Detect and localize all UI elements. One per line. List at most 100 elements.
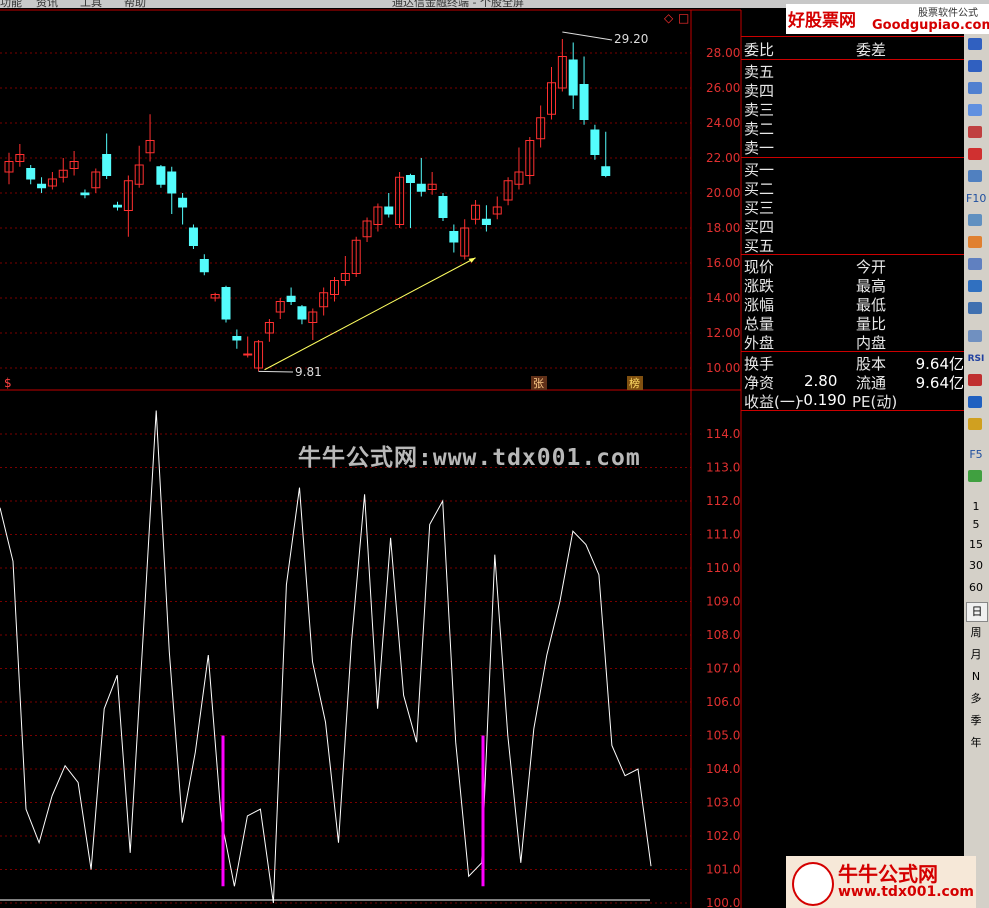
indicator-tick-label: 108.0 [706,628,740,642]
candle-body [26,168,36,180]
indicator-tick-label: 109.0 [706,595,740,609]
period-5[interactable]: 5 [966,516,986,534]
weibi-label: 委比 [744,41,775,59]
maximize-icon[interactable]: □ [678,11,689,25]
volume-ratio-label: 量比 [856,315,887,333]
period-quarter[interactable]: 季 [966,712,986,730]
period-multi[interactable]: 多 [966,690,986,708]
buy-5-label: 买五 [744,237,775,255]
price-tick-label: 20.00 [706,186,740,200]
high-price-label: 29.20 [614,32,648,46]
net-asset-value: 2.80 [804,372,838,390]
trend-arrow-head [468,257,476,263]
eps-label: 收益(一) [744,393,801,411]
diamond-icon[interactable]: ◇ [664,11,674,25]
period-year[interactable]: 年 [966,734,986,752]
candle-body [405,175,415,183]
period-15[interactable]: 15 [966,536,986,554]
down-arrow-icon[interactable] [968,60,982,72]
up-arrow-icon[interactable] [968,38,982,50]
indicator-tick-label: 113.0 [706,461,740,475]
period-30[interactable]: 30 [966,557,986,575]
limit-up-marker[interactable]: 张 [533,377,544,390]
candle-body [579,84,589,120]
candle-body [221,287,231,320]
sell-3-label: 卖三 [744,101,775,119]
candle-body [449,231,459,243]
line-chart-icon[interactable] [968,126,982,138]
f5-button[interactable]: F5 [966,446,986,464]
candle-body [481,218,491,225]
sell-4-label: 卖四 [744,82,775,100]
logo-brand: 好股票网 [788,11,856,31]
period-week[interactable]: 周 [966,624,986,642]
grid-icon[interactable] [968,170,982,182]
high-pointer [562,31,613,41]
price-tick-label: 16.00 [706,256,740,270]
indicator-tick-label: 103.0 [706,796,740,810]
candle-body [188,227,198,246]
candle-chart-icon[interactable] [968,148,982,160]
right-toolbar: F10 RSI F5 1 5 15 30 60 日 周 月 N 多 季 年 [964,34,989,908]
candle-body [232,336,242,341]
table-icon[interactable] [968,104,982,116]
fiz-icon[interactable] [968,258,982,270]
low-price-label: 9.81 [295,365,322,379]
indicator-tick-label: 105.0 [706,729,740,743]
ranking-marker[interactable]: 榜 [629,376,640,390]
period-1[interactable]: 1 [966,498,986,516]
trend-arrow [264,257,476,371]
buy-1-label: 买一 [744,161,775,179]
open-label: 今开 [856,258,887,276]
pe-label: PE(动) [852,393,898,411]
candle-body [297,306,307,320]
pencil-icon[interactable] [968,418,982,430]
badge-url: www.tdx001.com [838,884,975,900]
badge-name: 牛牛公式网 [838,862,938,886]
price-tick-label: 14.00 [706,291,740,305]
indicator-tick-label: 101.0 [706,863,740,877]
indicator-tick-label: 107.0 [706,662,740,676]
price-tick-label: 10.00 [706,361,740,375]
candle-body [384,206,394,215]
period-60[interactable]: 60 [966,579,986,597]
rsi-button[interactable]: RSI [966,350,986,368]
outer-label: 外盘 [744,334,775,352]
self-select-icon[interactable] [968,236,982,248]
formula-icon[interactable] [968,280,982,292]
float-value: 9.64亿 [915,374,964,392]
doc-icon[interactable] [968,214,982,226]
high-label: 最高 [856,277,887,295]
candle-body [102,154,112,176]
cycle-icon[interactable] [968,470,982,482]
period-n[interactable]: N [966,668,986,686]
watermark: 牛牛公式网:www.tdx001.com [298,445,641,471]
net-asset-label: 净资 [744,374,775,392]
candle-body [243,353,253,356]
indicator-tick-label: 111.0 [706,528,740,542]
period-month[interactable]: 月 [966,646,986,664]
period-day[interactable]: 日 [966,602,988,622]
price-label: 现价 [744,258,775,276]
price-tick-label: 12.00 [706,326,740,340]
cow-logo-icon [792,862,834,906]
volume-label: 总量 [744,315,775,333]
candle-body [601,166,611,176]
f10-button[interactable]: F10 [966,190,986,208]
list-icon[interactable] [968,82,982,94]
candle-body [178,197,188,208]
move-icon[interactable] [968,396,982,408]
refresh-icon[interactable] [968,302,982,314]
indicator-line [0,410,652,904]
turnover-label: 换手 [744,355,775,373]
candle-body [590,129,600,155]
inner-label: 内盘 [856,334,887,352]
dollar-marker[interactable]: $ [4,376,12,390]
wave-icon[interactable] [968,330,982,342]
buy-4-label: 买四 [744,218,775,236]
buy-2-label: 买二 [744,180,775,198]
change-pct-label: 涨幅 [744,296,775,314]
price-tick-label: 18.00 [706,221,740,235]
candle-body [416,183,426,192]
dollar-icon[interactable] [968,374,982,386]
